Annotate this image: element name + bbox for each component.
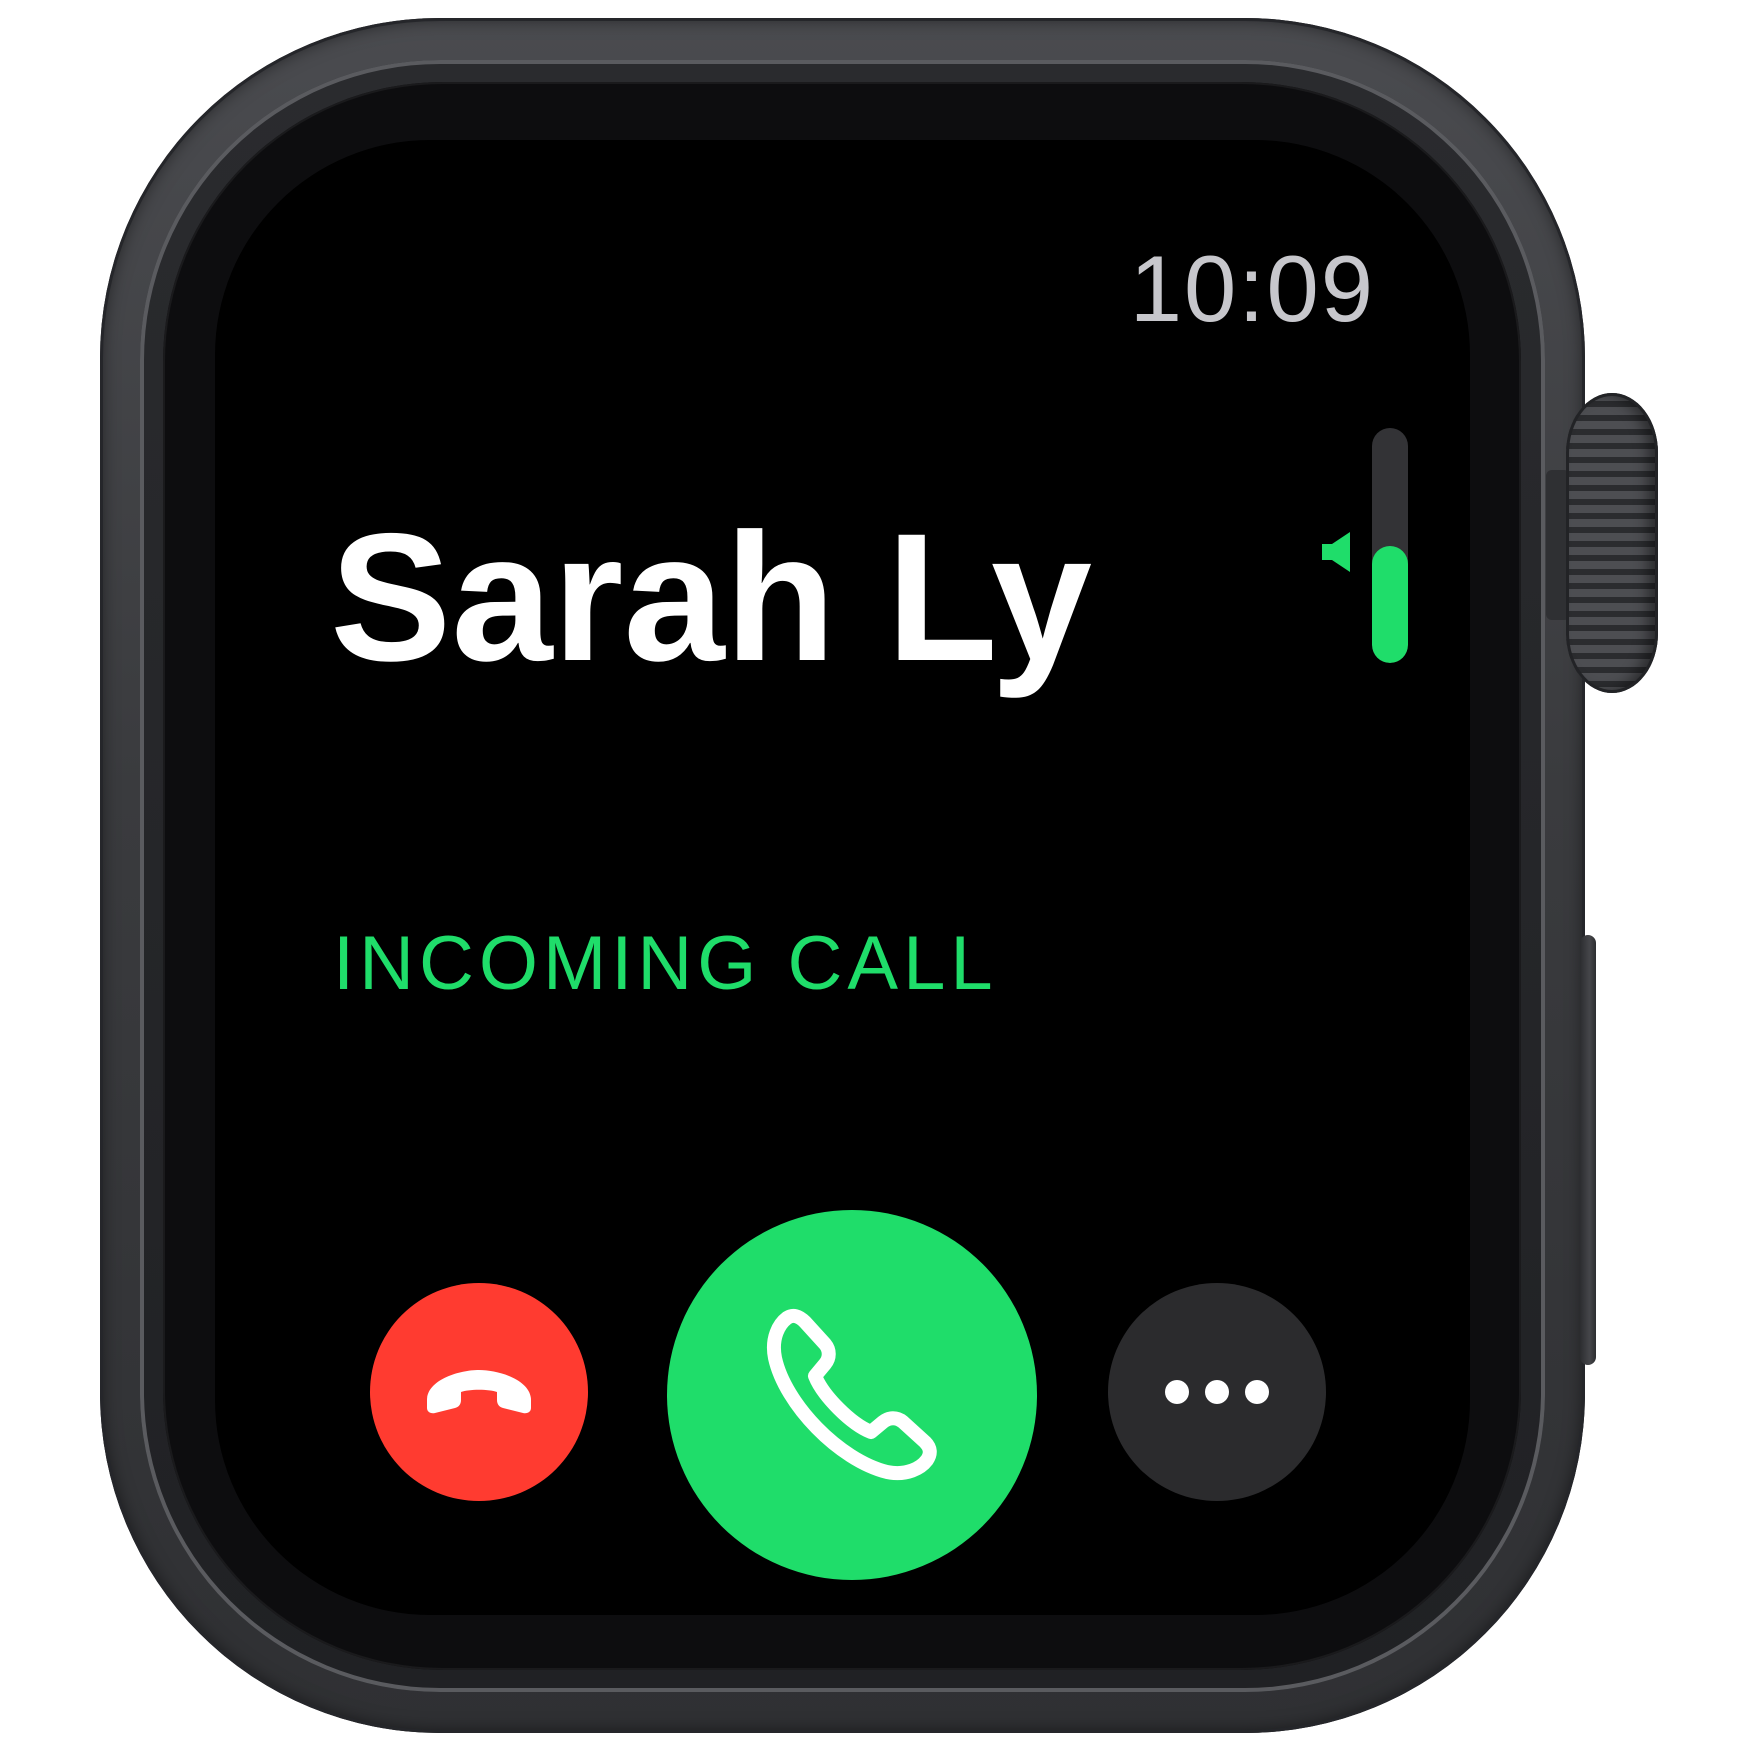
phone-icon: [767, 1308, 937, 1480]
phone-down-icon: [427, 1370, 531, 1414]
caller-name: Sarah Ly: [330, 495, 1093, 699]
side-button[interactable]: [1580, 935, 1596, 1365]
ellipsis-icon: [1165, 1380, 1269, 1404]
call-status: INCOMING CALL: [333, 921, 998, 1006]
volume-slider[interactable]: [1372, 428, 1408, 663]
clock: 10:09: [1129, 236, 1375, 341]
watch-screen: 10:09 Sarah Ly INCOMING CALL: [215, 140, 1470, 1615]
speaker-icon: [1322, 532, 1350, 572]
digital-crown[interactable]: [1566, 393, 1658, 693]
volume-level-fill: [1372, 545, 1408, 663]
accept-call-button[interactable]: [667, 1210, 1037, 1580]
more-options-button[interactable]: [1108, 1283, 1326, 1501]
decline-call-button[interactable]: [370, 1283, 588, 1501]
